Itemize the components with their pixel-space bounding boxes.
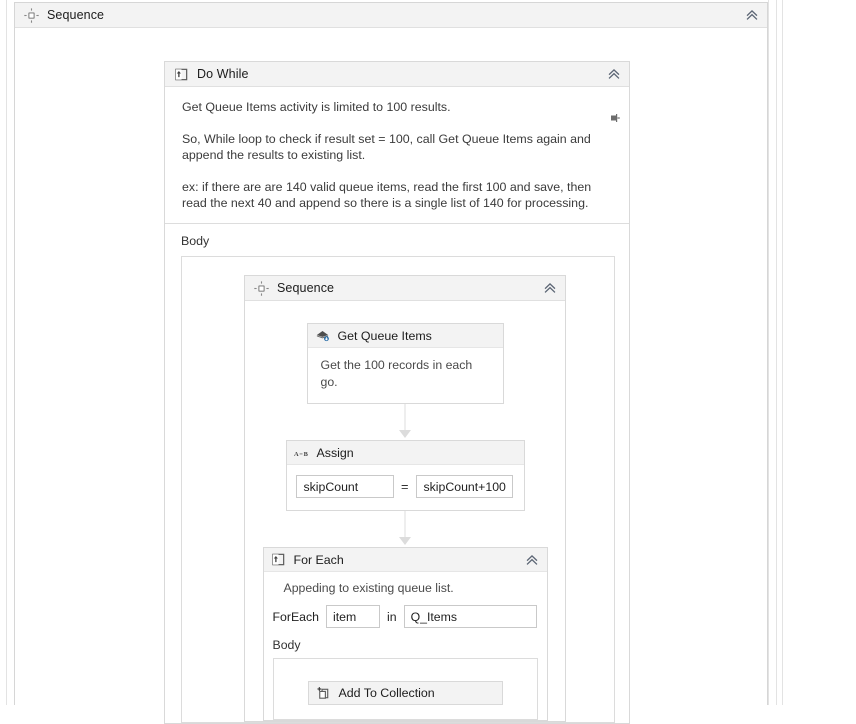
assign-right-expression[interactable]: skipCount+100 <box>415 475 513 498</box>
for-each-in-label: in <box>386 609 397 624</box>
svg-text:A: A <box>294 450 299 457</box>
do-while-body-region: Body Sequence Get Queue Items Get the 10… <box>165 224 629 723</box>
do-while-title: Do While <box>197 67 249 81</box>
assign-ab-icon: A = B <box>294 445 310 461</box>
do-while-body-dropzone[interactable]: Sequence Get Queue Items Get the 100 rec… <box>181 256 615 723</box>
assign-title: Assign <box>316 445 354 460</box>
get-queue-items-activity[interactable]: Get Queue Items Get the 100 records in e… <box>306 323 504 404</box>
for-each-body-dropzone[interactable]: Add To Collection <box>272 658 538 720</box>
get-queue-items-note: Get the 100 records in each go. <box>320 358 473 389</box>
annotation-line-2: So, While loop to check if result set = … <box>182 132 591 162</box>
assign-operator: = <box>401 479 409 494</box>
annotation-line-1: Get Queue Items activity is limited to 1… <box>182 100 451 114</box>
inner-sequence-title: Sequence <box>277 281 335 295</box>
sequence-icon <box>23 7 39 23</box>
connector-arrow <box>398 511 412 547</box>
designer-left-rail <box>6 0 7 705</box>
root-sequence-title: Sequence <box>47 8 105 22</box>
for-each-collection-expression[interactable]: Q_Items <box>403 605 537 628</box>
for-each-body-label: Body <box>272 638 301 652</box>
assign-activity[interactable]: A = B Assign skipCount = skipCount+100 <box>285 440 525 511</box>
designer-right-rail-3 <box>782 0 783 705</box>
do-while-header[interactable]: Do While <box>165 62 629 87</box>
inner-sequence-stack: Get Queue Items Get the 100 records in e… <box>245 301 565 721</box>
assign-expression-row: skipCount = skipCount+100 <box>287 465 524 510</box>
annotation-line-3: ex: if there are are 140 valid queue ite… <box>182 180 592 210</box>
for-each-header[interactable]: For Each <box>263 548 547 572</box>
add-to-collection-icon <box>316 685 332 701</box>
for-each-activity[interactable]: For Each Appeding to existing queue list <box>262 547 548 721</box>
for-each-iterator-row: ForEach item in Q_Items <box>264 601 547 628</box>
svg-text:=: = <box>299 450 303 457</box>
chevron-double-up-icon[interactable] <box>607 67 621 81</box>
chevron-double-up-icon[interactable] <box>745 8 759 22</box>
designer-right-rail-1 <box>768 0 769 705</box>
svg-text:B: B <box>303 450 308 457</box>
get-queue-items-icon <box>315 328 331 344</box>
annotation-pin-icon[interactable] <box>609 111 621 123</box>
root-sequence-activity[interactable]: Sequence Do While Get Queue Items activi… <box>14 2 768 724</box>
inner-sequence-header[interactable]: Sequence <box>245 276 565 301</box>
do-while-body-label: Body <box>181 234 210 248</box>
chevron-double-up-icon[interactable] <box>525 553 539 567</box>
get-queue-items-title: Get Queue Items <box>337 328 432 343</box>
workflow-designer-canvas[interactable]: Sequence Do While Get Queue Items activi… <box>0 0 856 724</box>
do-while-icon <box>173 66 189 82</box>
connector-arrow <box>398 404 412 440</box>
for-each-item-variable[interactable]: item <box>325 605 380 628</box>
chevron-double-up-icon[interactable] <box>543 281 557 295</box>
root-sequence-header[interactable]: Sequence <box>15 3 767 28</box>
do-while-annotation: Get Queue Items activity is limited to 1… <box>165 87 629 224</box>
assign-header[interactable]: A = B Assign <box>286 441 524 465</box>
for-each-icon <box>271 552 287 568</box>
get-queue-items-header[interactable]: Get Queue Items <box>307 324 503 348</box>
do-while-activity[interactable]: Do While Get Queue Items activity is lim… <box>164 61 630 724</box>
assign-left-expression[interactable]: skipCount <box>295 475 395 498</box>
designer-right-rail-2 <box>776 0 777 705</box>
add-to-collection-activity[interactable]: Add To Collection <box>307 681 503 705</box>
sequence-icon <box>253 280 269 296</box>
for-each-note: Appeding to existing queue list. <box>283 581 454 595</box>
for-each-title: For Each <box>293 552 344 567</box>
for-each-label: ForEach <box>272 609 319 624</box>
add-to-collection-title: Add To Collection <box>338 686 435 700</box>
inner-sequence-activity[interactable]: Sequence Get Queue Items Get the 100 rec… <box>244 275 566 722</box>
